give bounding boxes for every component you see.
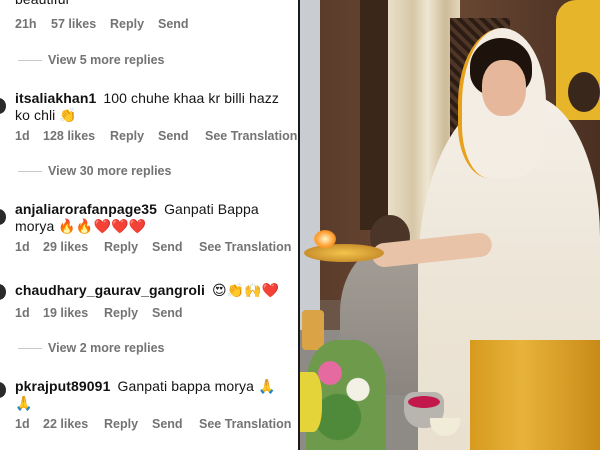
send-button[interactable]: Send	[152, 240, 183, 254]
likes-count[interactable]: 22 likes	[43, 417, 88, 431]
likes-count[interactable]: 57 likes	[51, 17, 96, 31]
send-button[interactable]: Send	[158, 129, 189, 143]
reply-button[interactable]: Reply	[104, 306, 138, 320]
comment-text: anjaliarorafanpage35 Ganpati Bappa morya…	[15, 201, 294, 235]
comment-username[interactable]: chaudhary_gaurav_gangroli	[15, 282, 205, 298]
aarti-plate	[304, 244, 384, 262]
comment-meta: 1d 22 likes Reply Send See Translation	[15, 417, 298, 433]
see-translation-button[interactable]: See Translation	[199, 240, 291, 254]
comment-meta: 1d 19 likes Reply Send	[15, 306, 298, 322]
comment-time: 1d	[15, 240, 30, 254]
reply-button[interactable]: Reply	[110, 17, 144, 31]
comment-body: beautiful	[15, 0, 69, 7]
reply-line-icon	[18, 171, 42, 173]
comment-time: 1d	[15, 129, 30, 143]
send-button[interactable]: Send	[158, 17, 189, 31]
comment-time: 1d	[15, 417, 30, 431]
comment-meta: 1d 29 likes Reply Send See Translation	[15, 240, 298, 256]
comment-time: 1d	[15, 306, 30, 320]
view-more-replies-button[interactable]: View 30 more replies	[18, 164, 171, 180]
post-photo	[300, 0, 600, 450]
comment-text: pkrajput89091 Ganpati bappa morya 🙏 🙏	[15, 378, 294, 412]
reply-button[interactable]: Reply	[104, 417, 138, 431]
comment-item: itsaliakhan1 100 chuhe khaa kr billi haz…	[0, 90, 298, 150]
send-button[interactable]: Send	[152, 306, 183, 320]
bananas	[300, 372, 322, 432]
comment-item: chaudhary_gaurav_gangroli 😍👏🙌❤️ 1d 19 li…	[0, 282, 298, 322]
comment-item: beautiful 21h 57 likes Reply Send	[0, 0, 298, 35]
child-head	[568, 72, 600, 112]
comment-body: 😍👏🙌❤️	[212, 282, 280, 298]
lamp	[302, 310, 324, 350]
comment-meta: 21h 57 likes Reply Send	[15, 17, 298, 33]
flame-icon	[314, 230, 336, 248]
reply-button[interactable]: Reply	[104, 240, 138, 254]
comment-item: pkrajput89091 Ganpati bappa morya 🙏 🙏 1d…	[0, 378, 298, 438]
view-more-replies-button[interactable]: View 5 more replies	[18, 53, 165, 69]
comments-panel: beautiful 21h 57 likes Reply Send View 5…	[0, 0, 298, 450]
see-translation-button[interactable]: See Translation	[199, 417, 291, 431]
kumkum-bowl	[408, 396, 440, 408]
comment-meta: 1d 128 likes Reply Send See Translation	[15, 129, 298, 145]
comment-item: anjaliarorafanpage35 Ganpati Bappa morya…	[0, 201, 298, 261]
comment-username[interactable]: anjaliarorafanpage35	[15, 201, 157, 217]
avatar[interactable]	[0, 382, 6, 398]
woman-skirt	[470, 340, 600, 450]
comment-text: chaudhary_gaurav_gangroli 😍👏🙌❤️	[15, 282, 294, 299]
see-translation-button[interactable]: See Translation	[205, 129, 297, 143]
reply-button[interactable]: Reply	[110, 129, 144, 143]
avatar[interactable]	[0, 284, 6, 300]
send-button[interactable]: Send	[152, 417, 183, 431]
reply-line-icon	[18, 348, 42, 350]
likes-count[interactable]: 29 likes	[43, 240, 88, 254]
avatar[interactable]	[0, 209, 6, 225]
likes-count[interactable]: 19 likes	[43, 306, 88, 320]
avatar[interactable]	[0, 98, 6, 114]
view-more-replies-button[interactable]: View 2 more replies	[18, 341, 165, 357]
comment-username[interactable]: pkrajput89091	[15, 378, 110, 394]
woman-face	[482, 60, 526, 116]
comment-time: 21h	[15, 17, 37, 31]
reply-line-icon	[18, 60, 42, 62]
comment-username[interactable]: itsaliakhan1	[15, 90, 96, 106]
comment-text: itsaliakhan1 100 chuhe khaa kr billi haz…	[15, 90, 294, 124]
comment-text: beautiful	[15, 0, 294, 8]
likes-count[interactable]: 128 likes	[43, 129, 95, 143]
